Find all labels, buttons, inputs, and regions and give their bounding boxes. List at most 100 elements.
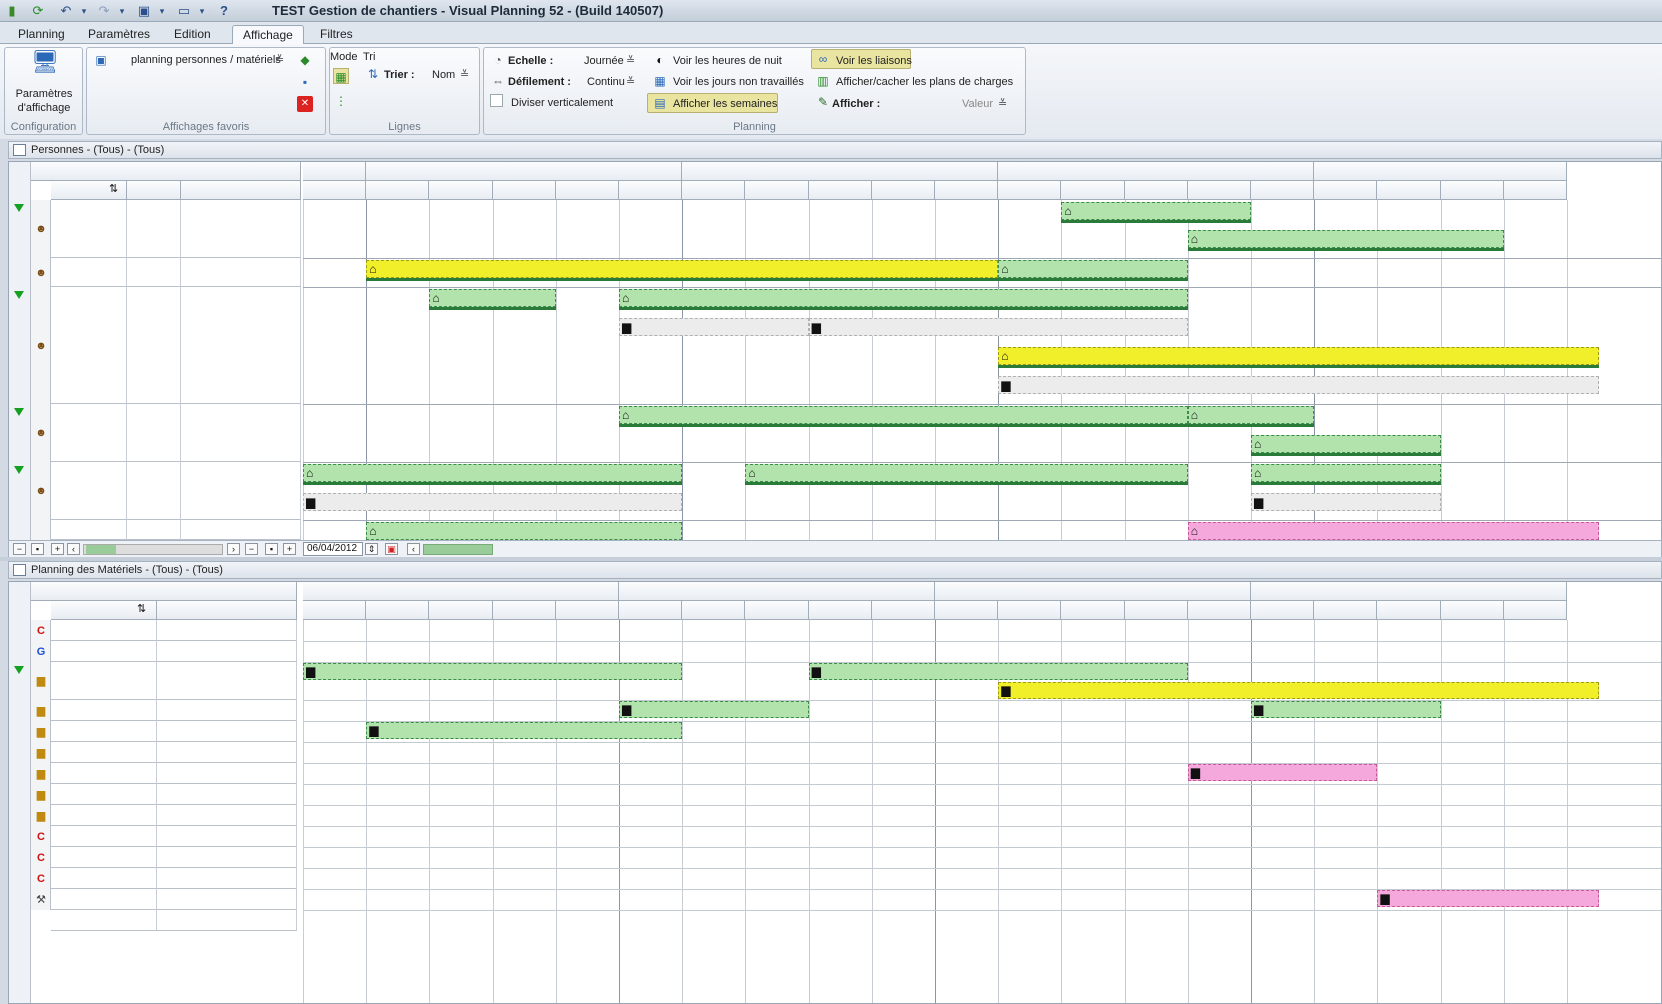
redo-icon[interactable]: ↷: [96, 3, 112, 19]
material-type[interactable]: [51, 889, 157, 910]
tab-planning[interactable]: Planning: [8, 25, 75, 44]
material-nom[interactable]: [157, 784, 297, 805]
plans-charges-button[interactable]: Afficher/cacher les plans de charges: [836, 76, 1013, 88]
task-bar[interactable]: ▆: [998, 376, 1599, 394]
screen-dropdown-icon[interactable]: ▾: [194, 3, 210, 19]
date-header[interactable]: [1377, 601, 1441, 620]
task-bar[interactable]: ▆: [303, 493, 683, 511]
date-header[interactable]: [1314, 601, 1378, 620]
person-competences[interactable]: [181, 258, 301, 287]
day-header[interactable]: [303, 181, 367, 200]
task-bar[interactable]: ⌂: [619, 289, 1188, 307]
chevron-down-icon[interactable]: ≚: [275, 53, 284, 66]
person-nom[interactable]: [51, 404, 127, 462]
heures-nuit-button[interactable]: Voir les heures de nuit: [673, 55, 782, 67]
person-prenom[interactable]: [127, 287, 181, 404]
material-type[interactable]: [51, 784, 157, 805]
day-header[interactable]: [366, 181, 430, 200]
calendar-button-icon[interactable]: ▣: [385, 543, 398, 555]
person-nom[interactable]: [51, 258, 127, 287]
material-type[interactable]: [51, 641, 157, 662]
material-nom[interactable]: [157, 826, 297, 847]
display-settings-button[interactable]: Paramètres d'affichage: [9, 87, 79, 115]
echelle-chevron-icon[interactable]: ≚: [626, 54, 635, 67]
material-task-bar[interactable]: ▆: [303, 663, 683, 680]
day-header[interactable]: [935, 181, 999, 200]
date-header[interactable]: [871, 601, 935, 620]
person-nom[interactable]: [51, 462, 127, 520]
task-bar[interactable]: ▆: [1251, 493, 1441, 511]
material-type[interactable]: [51, 847, 157, 868]
material-task-bar[interactable]: ▆: [1251, 701, 1441, 718]
day-header[interactable]: [871, 181, 935, 200]
date-header[interactable]: [492, 601, 556, 620]
monitor-dropdown-icon[interactable]: ▾: [154, 3, 170, 19]
day-header[interactable]: [555, 181, 619, 200]
day-header[interactable]: [1440, 181, 1504, 200]
diviser-checkbox[interactable]: [490, 94, 503, 107]
lock-icon[interactable]: ▪: [31, 543, 44, 555]
date-header[interactable]: [998, 601, 1062, 620]
day-header[interactable]: [1061, 181, 1125, 200]
collapse-icon[interactable]: −: [13, 543, 26, 555]
task-bar[interactable]: ⌂: [1251, 435, 1441, 453]
material-type[interactable]: [51, 721, 157, 742]
person-nom[interactable]: [51, 200, 127, 258]
day-header[interactable]: [808, 181, 872, 200]
day-header[interactable]: [1503, 181, 1567, 200]
person-prenom[interactable]: [127, 200, 181, 258]
material-type[interactable]: [51, 700, 157, 721]
material-nom[interactable]: [157, 641, 297, 662]
day-header[interactable]: [1314, 181, 1378, 200]
person-prenom[interactable]: [127, 520, 181, 540]
defilement-chevron-icon[interactable]: ≚: [626, 75, 635, 88]
scroll-left-icon[interactable]: ‹: [407, 543, 420, 555]
material-task-bar[interactable]: ▆: [1377, 890, 1599, 907]
plus-icon[interactable]: +: [283, 543, 296, 555]
task-bar[interactable]: ⌂: [303, 464, 683, 482]
person-competences[interactable]: [181, 200, 301, 258]
person-competences[interactable]: [181, 520, 301, 540]
material-task-bar[interactable]: ▆: [998, 682, 1599, 699]
next-icon[interactable]: ›: [227, 543, 240, 555]
sort-chevron-icon[interactable]: ≚: [460, 68, 469, 81]
defilement-select[interactable]: Continu: [587, 76, 625, 88]
tab-affichage[interactable]: Affichage: [232, 25, 304, 44]
material-nom[interactable]: [157, 662, 297, 700]
day-header[interactable]: [1124, 181, 1188, 200]
left-scrollbar[interactable]: [83, 544, 223, 555]
voir-liaisons-button[interactable]: Voir les liaisons: [836, 55, 912, 67]
date-header[interactable]: [303, 601, 367, 620]
date-header[interactable]: [682, 601, 746, 620]
tab-edition[interactable]: Edition: [164, 25, 221, 44]
material-type[interactable]: [51, 868, 157, 889]
material-type[interactable]: [51, 805, 157, 826]
expand-icon[interactable]: [14, 204, 24, 212]
date-header[interactable]: [619, 601, 683, 620]
day-header[interactable]: [745, 181, 809, 200]
expand-icon[interactable]: [14, 291, 24, 299]
monitor-icon[interactable]: ▣: [136, 3, 152, 19]
material-task-bar[interactable]: ▆: [619, 701, 809, 718]
day-header[interactable]: [492, 181, 556, 200]
add-favorite-icon[interactable]: ◆: [297, 52, 313, 68]
expand-icon[interactable]: [14, 666, 24, 674]
app-icon[interactable]: ▮: [4, 3, 20, 19]
expand-icon[interactable]: [14, 408, 24, 416]
col-nom-header[interactable]: [157, 601, 297, 620]
expand-icon[interactable]: [14, 466, 24, 474]
screen-icon[interactable]: ▭: [176, 3, 192, 19]
date-header[interactable]: [429, 601, 493, 620]
material-task-bar[interactable]: ▆: [808, 663, 1188, 680]
afficher-select[interactable]: Valeur: [962, 98, 993, 110]
material-nom[interactable]: [157, 742, 297, 763]
day-header[interactable]: [1251, 181, 1315, 200]
sort-icon[interactable]: ⇅: [137, 602, 146, 615]
task-bar[interactable]: ⌂: [998, 260, 1188, 278]
person-prenom[interactable]: [127, 462, 181, 520]
person-prenom[interactable]: [127, 404, 181, 462]
link-icon[interactable]: ∞: [815, 51, 831, 67]
person-nom[interactable]: [51, 287, 127, 404]
jours-non-travailles-button[interactable]: Voir les jours non travaillés: [673, 76, 804, 88]
date-header[interactable]: [1503, 601, 1567, 620]
